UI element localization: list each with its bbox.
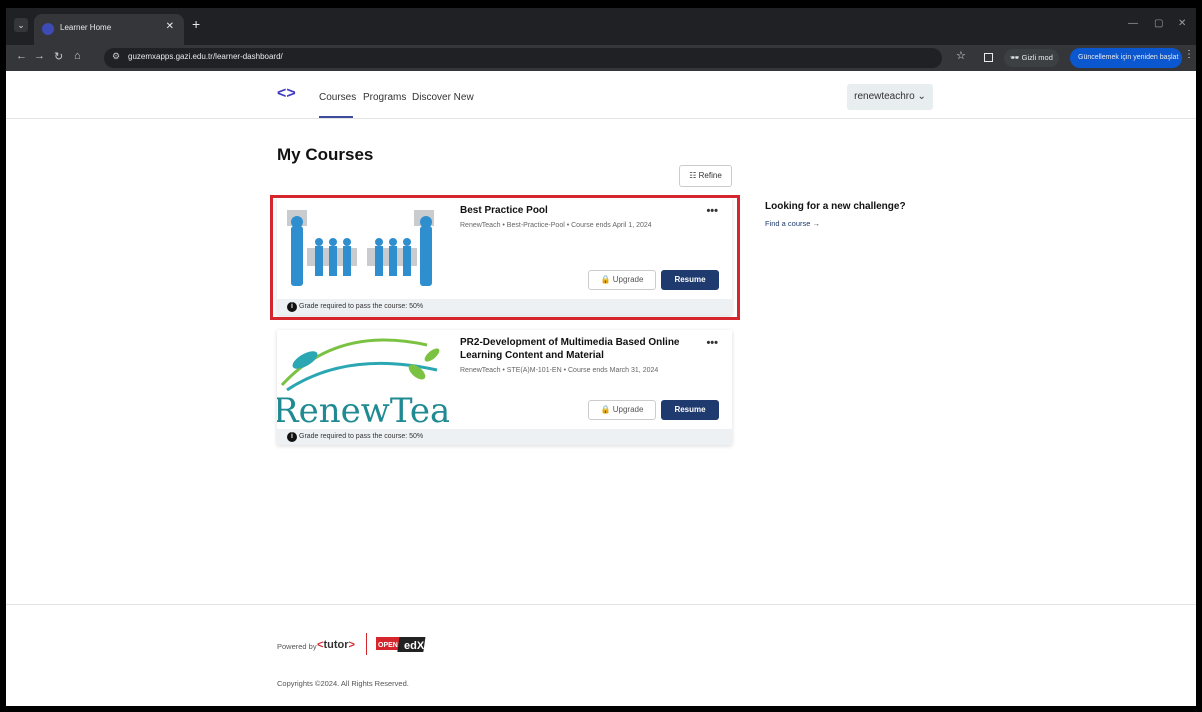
url-text[interactable]: guzemxapps.gazi.edu.tr/learner-dashboard… [128, 52, 283, 61]
copyright: Copyrights ©2024. All Rights Reserved. [277, 679, 409, 688]
upgrade-label: Upgrade [612, 405, 644, 414]
incognito-badge[interactable]: 🕶 Gizli mod [1004, 49, 1059, 67]
user-menu-button[interactable]: renewteachro ⌄ [847, 84, 933, 110]
site-header: <> Courses Programs Discover New renewte… [6, 71, 1196, 119]
course-title[interactable]: PR2-Development of Multimedia Based Onli… [460, 336, 720, 362]
nav-active-indicator [319, 116, 353, 118]
lock-icon: 🔒 [600, 405, 613, 414]
forward-icon[interactable]: → [34, 50, 45, 62]
arrow-right-icon: → [812, 219, 821, 228]
site-footer: Powered by <tutor> OPEN edX Copyrights ©… [6, 604, 1196, 706]
home-icon[interactable]: ⌂ [74, 50, 81, 62]
browser-toolbar: ← → ↻ ⌂ ⚙ guzemxapps.gazi.edu.tr/learner… [6, 45, 1196, 71]
course-thumbnail-renewteach[interactable]: RenewTeach [277, 330, 449, 430]
nav-courses[interactable]: Courses [319, 92, 356, 103]
back-icon[interactable]: ← [16, 50, 27, 62]
close-window-icon[interactable]: ✕ [1178, 18, 1186, 29]
incognito-icon: 🕶 [1010, 53, 1020, 62]
favicon-icon [42, 23, 54, 35]
site-logo-icon[interactable]: <> [277, 85, 296, 103]
find-course-label: Find a course [765, 219, 811, 228]
grade-note: Grade required to pass the course: 50% [299, 433, 424, 440]
side-panel-icon[interactable] [984, 53, 993, 62]
more-options-icon[interactable]: ••• [706, 337, 718, 349]
update-button[interactable]: Güncellemek için yeniden başlat [1070, 48, 1182, 68]
challenge-heading: Looking for a new challenge? [765, 201, 906, 212]
address-bar[interactable]: ⚙ guzemxapps.gazi.edu.tr/learner-dashboa… [104, 48, 942, 68]
course-card: RenewTeach PR2-Development of Multimedia… [277, 330, 732, 445]
grade-banner: i Grade required to pass the course: 50% [277, 429, 732, 445]
upgrade-button[interactable]: 🔒 Upgrade [588, 400, 656, 420]
browser-menu-icon[interactable]: ⋮ [1184, 49, 1194, 60]
info-icon: i [287, 432, 297, 442]
page-title: My Courses [277, 145, 374, 164]
restore-icon[interactable]: ▢ [1154, 18, 1163, 29]
svg-text:edX: edX [404, 640, 425, 652]
refine-button[interactable]: ☷ Refine [679, 165, 732, 187]
tab-title: Learner Home [60, 23, 112, 32]
username: renewteachro [854, 91, 915, 102]
resume-button[interactable]: Resume [661, 400, 719, 420]
nav-discover-new[interactable]: Discover New [412, 92, 474, 103]
thumbnail-text: RenewTeach [277, 391, 449, 430]
refine-label: Refine [698, 171, 722, 180]
tutor-brand: tutor [323, 639, 349, 651]
highlight-box [270, 195, 740, 320]
new-tab-icon[interactable]: + [192, 16, 200, 32]
site-info-icon[interactable]: ⚙ [112, 51, 120, 62]
bookmark-star-icon[interactable]: ☆ [956, 49, 966, 62]
powered-by-label: Powered by [277, 642, 317, 651]
footer-divider [366, 633, 367, 655]
tutor-logo[interactable]: <tutor> [317, 639, 355, 651]
svg-text:OPEN: OPEN [378, 642, 398, 649]
tab-search-icon[interactable]: ⌄ [14, 18, 28, 32]
browser-tabstrip: ⌄ Learner Home ✕ + — ▢ ✕ [6, 8, 1196, 45]
nav-programs[interactable]: Programs [363, 92, 406, 103]
filter-icon: ☷ [689, 171, 699, 180]
find-course-link[interactable]: Find a course → [765, 219, 820, 228]
incognito-label: Gizli mod [1021, 53, 1053, 62]
minimize-icon[interactable]: — [1128, 18, 1138, 29]
chevron-down-icon: ⌄ [917, 91, 926, 102]
course-meta: RenewTeach • STE(A)M-101-EN • Course end… [460, 367, 659, 374]
close-tab-icon[interactable]: ✕ [166, 21, 174, 32]
openedx-logo[interactable]: OPEN edX [376, 633, 428, 655]
browser-tab[interactable]: Learner Home ✕ [34, 14, 184, 45]
reload-icon[interactable]: ↻ [54, 50, 63, 63]
